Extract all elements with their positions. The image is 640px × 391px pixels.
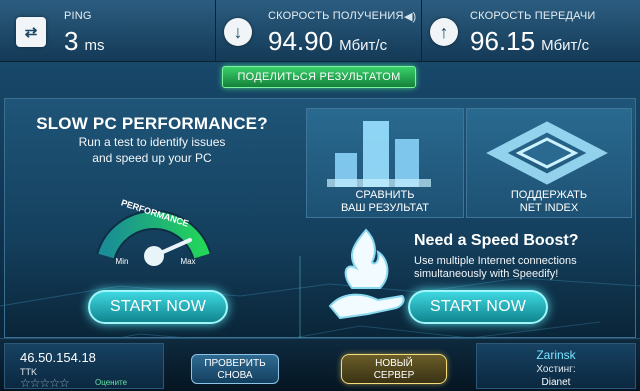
share-results-button[interactable]: ПОДЕЛИТЬСЯ РЕЗУЛЬТАТОМ xyxy=(222,66,416,88)
ping-icon: ⇄ xyxy=(16,17,46,47)
start-now-button-left[interactable]: START NOW xyxy=(88,290,228,324)
ad-right-title: Need a Speed Boost? xyxy=(414,232,579,249)
ping-value-row: 3 ms xyxy=(64,26,104,57)
download-value: 94.90 xyxy=(268,26,334,56)
performance-gauge: PERFORMANCE Min Max xyxy=(96,197,212,266)
upload-label: СКОРОСТЬ ПЕРЕДАЧИ xyxy=(470,10,596,22)
ad-right-line1: Use multiple Internet connections xyxy=(414,255,577,267)
upload-value-row: 96.15 Мбит/с xyxy=(470,26,589,57)
upload-arrow-icon: ↑ xyxy=(430,18,458,46)
download-arrow-icon: ↓ xyxy=(224,18,252,46)
gauge-max: Max xyxy=(180,257,195,266)
rating-stars[interactable]: ☆☆☆☆☆ xyxy=(20,376,70,390)
new-server-line1: НОВЫЙ xyxy=(375,358,413,369)
flame-hand-icon xyxy=(328,228,405,320)
results-bar: ⇄ PING 3 ms ↓ СКОРОСТЬ ПОЛУЧЕНИЯ ◀) 94.9… xyxy=(0,0,640,62)
host-label: Хостинг: xyxy=(536,364,576,375)
speaker-icon[interactable]: ◀) xyxy=(404,10,416,23)
compare-label-line1: СРАВНИТЬ xyxy=(355,189,415,201)
bar-chart-icon xyxy=(327,121,431,187)
netindex-label-line2: NET INDEX xyxy=(519,202,579,214)
start-now-button-right[interactable]: START NOW xyxy=(408,290,548,324)
ad-left-title: SLOW PC PERFORMANCE? xyxy=(36,114,268,133)
download-unit: Мбит/с xyxy=(339,37,388,54)
ping-unit: ms xyxy=(84,37,105,54)
net-index-icon xyxy=(486,121,608,185)
host-name: Dianet xyxy=(541,377,571,388)
download-label: СКОРОСТЬ ПОЛУЧЕНИЯ xyxy=(268,10,404,22)
netindex-label-line1: ПОДДЕРЖАТЬ xyxy=(510,189,588,201)
ad-left-line1: Run a test to identify issues xyxy=(78,135,226,149)
retest-button[interactable]: ПРОВЕРИТЬ СНОВА xyxy=(191,354,279,384)
download-stat: ↓ СКОРОСТЬ ПОЛУЧЕНИЯ ◀) 94.90 Мбит/с xyxy=(216,0,422,62)
retest-line2: СНОВА xyxy=(217,370,253,381)
speedtest-app: ⇄ PING 3 ms ↓ СКОРОСТЬ ПОЛУЧЕНИЯ ◀) 94.9… xyxy=(0,0,640,391)
retest-line1: ПРОВЕРИТЬ xyxy=(204,358,266,369)
gauge-min: Min xyxy=(116,257,129,266)
ip-address: 46.50.154.18 xyxy=(20,350,96,365)
new-server-line2: СЕРВЕР xyxy=(373,370,415,381)
upload-stat: ↑ СКОРОСТЬ ПЕРЕДАЧИ 96.15 Мбит/с xyxy=(422,0,640,62)
ad-left-line2: and speed up your PC xyxy=(92,151,212,165)
ad-right-line2: simultaneously with Speedify! xyxy=(414,268,559,280)
compare-results-tile[interactable]: СРАВНИТЬ ВАШ РЕЗУЛЬТАТ xyxy=(306,108,464,218)
upload-unit: Мбит/с xyxy=(541,37,590,54)
server-city: Zarinsk xyxy=(536,348,576,362)
rate-label[interactable]: Оцените xyxy=(95,378,127,387)
ping-label: PING xyxy=(64,10,92,22)
compare-label-line2: ВАШ РЕЗУЛЬТАТ xyxy=(341,202,429,214)
upload-value: 96.15 xyxy=(470,26,536,56)
download-value-row: 94.90 Мбит/с xyxy=(268,26,387,57)
new-server-button[interactable]: НОВЫЙ СЕРВЕР xyxy=(341,354,447,384)
ping-value: 3 xyxy=(64,26,79,56)
ping-stat: ⇄ PING 3 ms xyxy=(0,0,216,62)
net-index-tile[interactable]: ПОДДЕРЖАТЬ NET INDEX xyxy=(466,108,632,218)
